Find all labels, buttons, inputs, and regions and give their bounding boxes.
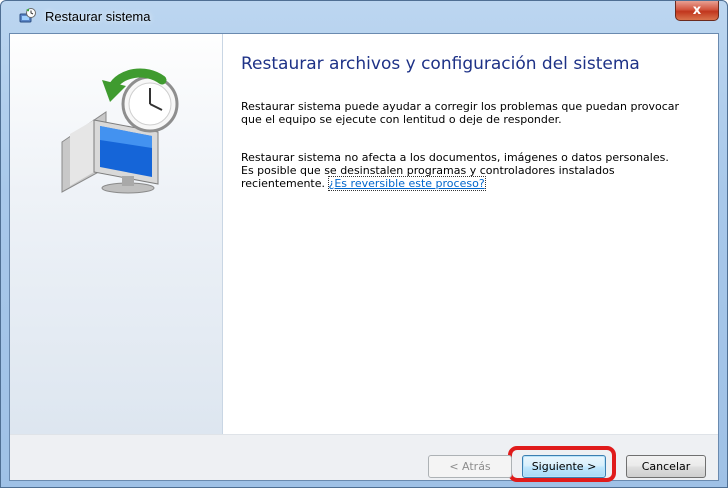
window-title: Restaurar sistema [45, 9, 151, 24]
close-button[interactable]: x [675, 1, 719, 21]
page-title: Restaurar archivos y configuración del s… [241, 54, 640, 74]
title-bar[interactable]: Restaurar sistema x [1, 1, 727, 33]
cancel-button[interactable]: Cancelar [626, 455, 706, 478]
description-paragraph-2: Restaurar sistema no afecta a los docume… [241, 151, 681, 191]
wizard-content: Restaurar archivos y configuración del s… [9, 33, 719, 482]
back-button[interactable]: < Atrás [428, 455, 512, 478]
computer-with-clock-restore-icon [61, 68, 179, 194]
next-button[interactable]: Siguiente > [522, 455, 606, 478]
wizard-footer: < Atrás Siguiente > Cancelar [10, 434, 718, 482]
close-icon: x [692, 3, 702, 18]
is-reversible-link[interactable]: ¿Es reversible este proceso? [327, 176, 486, 191]
system-restore-icon [19, 8, 36, 23]
wizard-main: Restaurar archivos y configuración del s… [240, 34, 710, 434]
system-restore-window: Restaurar sistema x Restaurar archivos y… [0, 0, 728, 488]
wizard-sidebar [10, 34, 223, 434]
description-paragraph-1: Restaurar sistema puede ayudar a corregi… [241, 100, 680, 126]
